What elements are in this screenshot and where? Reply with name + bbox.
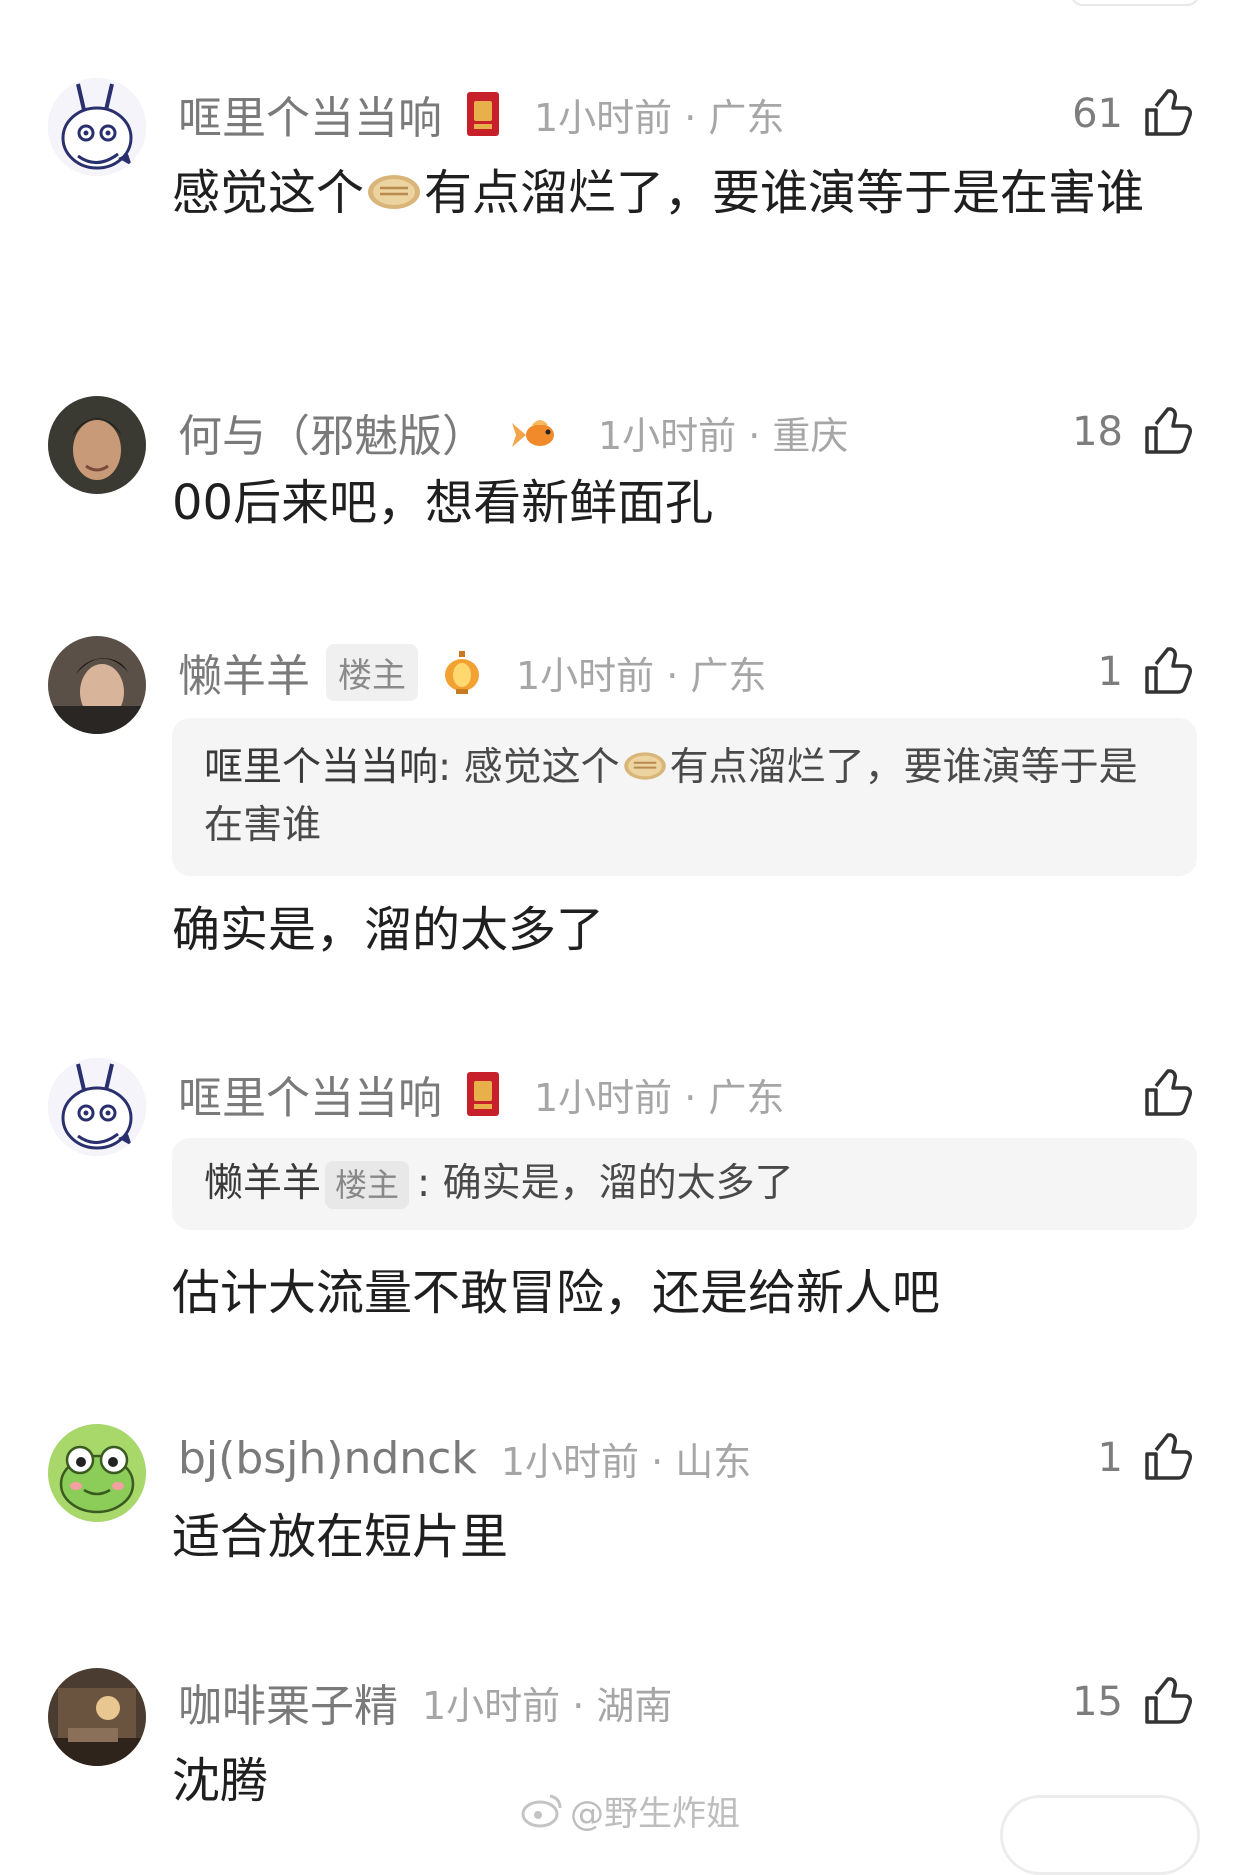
comment-text: 感觉这个 有点溜烂了，要谁演等于是在害谁 [172,156,1192,233]
comment-header: 哐里个当当响 1小时前 · 广东 [178,1064,784,1124]
comment-header: 何与（邪魅版） 1小时前 · 重庆 [178,402,848,462]
like-button[interactable]: 1 [1098,1428,1193,1488]
avatar[interactable] [48,1424,146,1522]
comment-text: 确实是，溜的太多了 [172,902,605,958]
comment-text: 估计大流量不敢冒险，还是给新人吧 [172,1265,941,1321]
comment-meta: 1小时前 · 山东 [500,1439,752,1484]
username[interactable]: 哐里个当当响 [178,1062,442,1126]
quote-separator: : [438,745,464,790]
author-tag: 楼主 [325,1161,410,1209]
like-count: 1 [1097,649,1123,695]
quote-separator: : [417,1161,443,1206]
avatar[interactable] [48,1668,146,1766]
like-button[interactable]: 18 [1072,402,1193,462]
username[interactable]: bj(bsjh)ndnck [178,1433,477,1484]
comment-meta: 1小时前 · 广东 [534,95,785,140]
like-count: 15 [1072,1679,1123,1725]
person-avatar-icon [48,396,146,494]
comment-meta: 1小时前 · 重庆 [598,413,849,458]
like-count: 18 [1072,409,1123,455]
red-envelope-icon [466,1071,500,1117]
rabbit-avatar-icon [48,1058,146,1156]
goldfish-icon [510,409,564,455]
thumbs-up-icon [1145,1433,1192,1480]
comment-header: 咖啡栗子精 1小时前 · 湖南 [178,1672,672,1732]
comment-meta: 1小时前 · 广东 [534,1075,785,1120]
quoted-text-part: 感觉这个 [463,745,620,790]
avatar[interactable] [48,1058,146,1156]
pancake-emoji [622,742,668,798]
person-avatar-icon [48,636,146,734]
quoted-comment[interactable]: 哐里个当当响: 感觉这个 有点溜烂了，要谁演等于是在害谁 [172,718,1197,876]
watermark-text: @野生炸姐 [570,1793,740,1834]
comment-text: 00后来吧，想看新鲜面孔 [172,475,714,531]
room-avatar-icon [48,1668,146,1766]
like-button[interactable] [1123,1064,1193,1124]
avatar[interactable] [48,78,146,176]
floating-button-edge [1000,1795,1200,1875]
comment-meta: 1小时前 · 湖南 [422,1683,673,1728]
username[interactable]: 懒羊羊 [178,640,310,704]
like-count: 61 [1072,91,1123,137]
lantern-icon [442,649,482,695]
previous-element-edge [1070,0,1200,6]
comment-header: 懒羊羊 楼主 1小时前 · 广东 [178,642,766,702]
like-count: 1 [1097,1435,1123,1481]
author-tag: 楼主 [326,643,418,701]
username[interactable]: 咖啡栗子精 [178,1670,398,1734]
thumbs-up-icon [1145,1069,1192,1116]
username[interactable]: 何与（邪魅版） [178,400,486,464]
red-envelope-icon [466,91,500,137]
quoted-username: 哐里个当当响 [204,745,439,790]
weibo-logo-icon [521,1794,562,1828]
thumbs-up-icon [1145,1677,1192,1724]
avatar[interactable] [48,636,146,734]
thumbs-up-icon [1145,407,1192,454]
like-button[interactable]: 61 [1072,84,1193,144]
username[interactable]: 哐里个当当响 [178,82,442,146]
comment-header: bj(bsjh)ndnck 1小时前 · 山东 [178,1428,751,1488]
thumbs-up-icon [1145,647,1192,694]
like-button[interactable]: 1 [1098,642,1193,702]
comment-text-part: 感觉这个 [172,165,365,221]
comment-text: 适合放在短片里 [172,1509,509,1565]
thumbs-up-icon [1145,89,1192,136]
quoted-comment[interactable]: 懒羊羊 楼主: 确实是，溜的太多了 [172,1138,1197,1230]
frog-avatar-icon [48,1424,146,1522]
pancake-emoji [366,159,422,233]
comment-meta: 1小时前 · 广东 [516,653,767,698]
avatar[interactable] [48,396,146,494]
watermark: @野生炸姐 [520,1785,740,1835]
comment-header: 哐里个当当响 1小时前 · 广东 [178,84,784,144]
like-button[interactable]: 15 [1072,1672,1193,1732]
quoted-text: 确实是，溜的太多了 [442,1161,794,1206]
comment-text-part: 有点溜烂了，要谁演等于是在害谁 [424,165,1145,221]
quoted-username: 懒羊羊 [204,1161,322,1206]
rabbit-avatar-icon [48,78,146,176]
